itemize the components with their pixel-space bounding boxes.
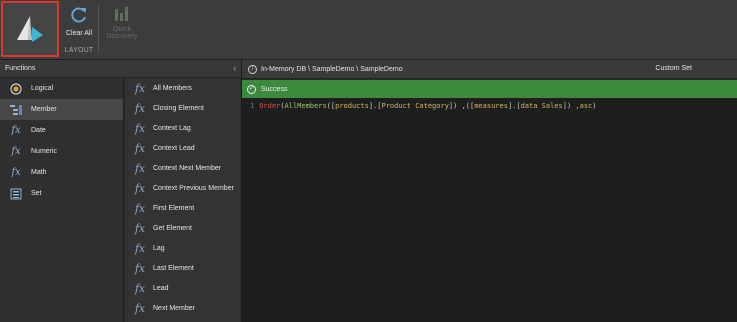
fx-icon: fx [134,101,146,115]
function-label: Context Lead [153,144,195,152]
code-token: products [335,102,369,110]
code-token: ]) , [562,102,580,110]
code-token: measures [474,102,508,110]
app-logo-icon [17,16,43,42]
member-icon [8,103,24,117]
function-label: Last Element [153,264,194,272]
status-text: Success [261,85,288,93]
functions-panel-header: Functions ‹ [0,60,241,78]
function-list: fx All Members fx Closing Element fx Contex… [125,78,241,322]
category-item-member[interactable]: Member [0,99,123,120]
editor-path: In-Memory DB \ SampleDemo \ SampleDemo [261,65,403,73]
code-token: ([ [326,102,336,110]
functions-title: Functions [5,65,36,72]
category-item-set[interactable]: Set [0,183,123,204]
code-token: ].[ [507,102,521,110]
ribbon: Clear All LAYOUT Quick Discovery [0,0,737,60]
ribbon-separator [98,4,99,54]
category-label: Math [31,169,47,176]
category-label: Logical [31,85,54,92]
logical-icon [8,82,24,96]
editor-header: i In-Memory DB \ SampleDemo \ SampleDemo… [242,60,737,79]
function-item[interactable]: fx Closing Element [125,98,241,118]
code-token: ) [592,102,597,110]
fx-icon: fx [134,221,146,235]
clear-all-label: Clear All [65,30,93,37]
code-token: ]) ,([ [448,102,475,110]
math-fx-icon: fx [11,167,21,178]
function-item[interactable]: fx Context Lag [125,118,241,138]
category-item-date[interactable]: fx Date [0,120,123,141]
function-label: Closing Element [153,104,204,112]
category-label: Date [31,127,46,134]
function-label: Lag [153,244,165,252]
code-token: ].[ [368,102,382,110]
set-icon [8,187,24,201]
category-item-logical[interactable]: Logical [0,78,123,99]
function-item[interactable]: fx Last Element [125,258,241,278]
fx-icon: fx [134,121,146,135]
code-token: asc [579,102,593,110]
function-label: All Members [153,84,192,92]
fx-icon: fx [134,261,146,275]
editor-type-label: Custom Set [655,65,692,72]
category-label: Set [31,190,42,197]
function-label: Lead [153,284,169,292]
refresh-icon [71,7,86,23]
function-item[interactable]: fx Lag [125,238,241,258]
code-token: data Sales [520,102,563,110]
function-item[interactable]: fx Lead [125,278,241,298]
function-item[interactable]: fx Context Previous Member [125,178,241,198]
fx-icon: fx [134,201,146,215]
fx-icon: fx [134,161,146,175]
function-label: Context Next Member [153,164,222,172]
fx-icon: fx [134,281,146,295]
fx-icon: fx [134,181,146,195]
status-bar: ✓ Success [242,80,737,98]
code-token: Product Category [381,102,449,110]
numeric-fx-icon: fx [11,146,21,157]
fx-icon: fx [134,241,146,255]
app-logo-button[interactable] [1,1,59,57]
collapse-chevron-icon[interactable]: ‹ [233,64,236,73]
function-item[interactable]: fx Context Next Member [125,158,241,178]
category-label: Member [31,106,57,113]
code-token: AllMembers [284,102,327,110]
function-item[interactable]: fx Next Member [125,298,241,318]
code-editor[interactable]: 1 Order(AllMembers([products].[Product Ca… [242,98,737,322]
function-item[interactable]: fx All Members [125,78,241,98]
quick-discovery-label-1: Quick [113,26,131,33]
category-item-numeric[interactable]: fx Numeric [0,141,123,162]
function-label: Context Previous Member [153,184,234,192]
code-line: 1 Order(AllMembers([products].[Product Ca… [250,102,596,110]
layout-group-label: LAYOUT [64,47,94,54]
category-label: Numeric [31,148,58,155]
fx-icon: fx [134,81,146,95]
function-item[interactable]: fx Context Lead [125,138,241,158]
function-label: Next Member [153,304,196,312]
category-item-math[interactable]: fx Math [0,162,123,183]
function-label: Get Element [153,224,192,232]
code-token: Order [259,102,281,110]
clear-all-button[interactable]: Clear All [62,2,96,37]
function-label: First Element [153,204,195,212]
function-item[interactable]: fx Get Element [125,218,241,238]
fx-icon: fx [134,141,146,155]
quick-discovery-label-2: Discovery [106,33,138,40]
success-check-icon: ✓ [247,84,256,94]
info-icon[interactable]: i [248,64,257,74]
fx-icon: fx [134,301,146,315]
quick-discovery-icon [115,7,128,21]
line-number: 1 [250,102,255,110]
date-fx-icon: fx [11,125,21,136]
function-label: Context Lag [153,124,191,132]
quick-discovery-button[interactable]: Quick Discovery [104,2,140,40]
function-item[interactable]: fx First Element [125,198,241,218]
category-list: Logical Member fx Date fx Numeric fx Mat… [0,78,124,322]
